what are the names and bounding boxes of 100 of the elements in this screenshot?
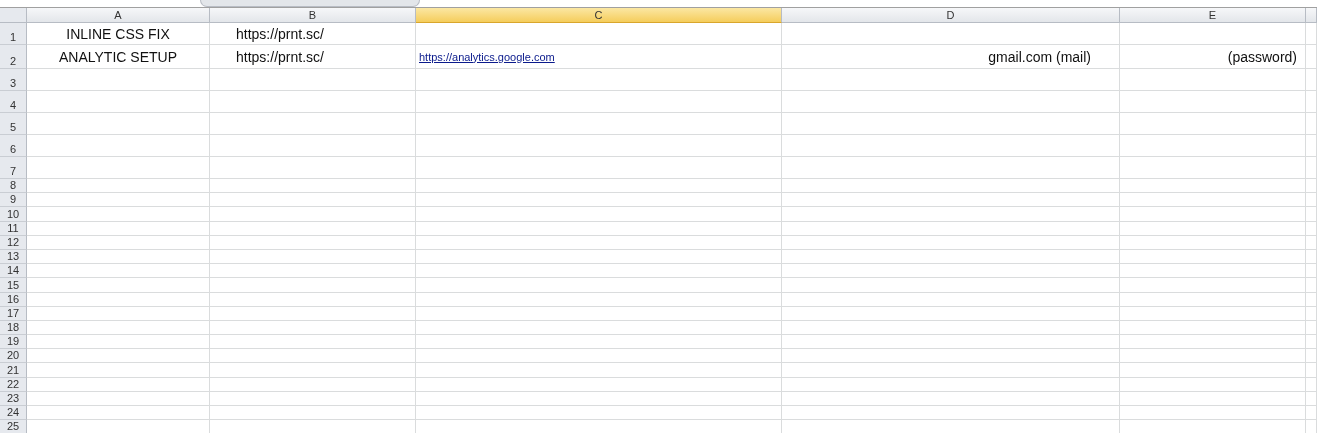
cell-frame[interactable]: (password) [1120,45,1306,69]
empty-cell[interactable] [1120,264,1306,279]
row-header[interactable]: 24 [0,406,27,421]
empty-cell[interactable] [210,235,416,250]
empty-cell[interactable] [1306,193,1317,208]
empty-cell[interactable] [1120,91,1306,113]
empty-cell[interactable] [1306,207,1317,222]
empty-cell[interactable] [1306,69,1317,91]
empty-cell[interactable] [416,221,782,236]
empty-cell[interactable] [416,349,782,364]
empty-cell[interactable] [1306,45,1317,69]
empty-cell[interactable] [1306,349,1317,364]
empty-cell[interactable] [210,113,416,135]
empty-cell[interactable] [1306,221,1317,236]
empty-cell[interactable] [1306,278,1317,293]
empty-cell[interactable] [1306,363,1317,378]
empty-cell[interactable] [1120,157,1306,179]
empty-cell[interactable] [210,135,416,157]
row-header[interactable]: 15 [0,278,27,293]
empty-cell[interactable] [1306,306,1317,321]
column-header[interactable]: B [210,8,416,23]
empty-cell[interactable] [782,135,1120,157]
cell-frame[interactable]: https://prnt.sc/ [210,45,416,69]
row-header[interactable]: 7 [0,157,27,179]
column-header[interactable]: E [1120,8,1306,23]
row-header[interactable]: 3 [0,69,27,91]
empty-cell[interactable] [416,363,782,378]
empty-cell[interactable] [1120,69,1306,91]
empty-cell[interactable] [210,406,416,421]
empty-cell[interactable] [1306,235,1317,250]
cell-frame[interactable]: https://analytics.google.com [416,45,782,69]
empty-cell[interactable] [210,69,416,91]
empty-cell[interactable] [416,135,782,157]
empty-cell[interactable] [416,391,782,406]
empty-cell[interactable] [1306,264,1317,279]
empty-cell[interactable] [1120,135,1306,157]
empty-cell[interactable] [1120,292,1306,307]
row-header[interactable]: 8 [0,179,27,194]
empty-cell[interactable] [782,179,1120,194]
empty-cell[interactable] [1120,221,1306,236]
empty-cell[interactable] [1120,113,1306,135]
empty-cell[interactable] [1120,193,1306,208]
empty-cell[interactable] [210,377,416,392]
empty-cell[interactable] [416,179,782,194]
empty-cell[interactable] [1306,292,1317,307]
empty-cell[interactable] [416,157,782,179]
empty-cell[interactable] [416,264,782,279]
empty-cell[interactable] [210,278,416,293]
empty-cell[interactable] [416,278,782,293]
empty-cell[interactable] [210,249,416,265]
empty-cell[interactable] [1306,320,1317,336]
empty-cell[interactable] [416,335,782,350]
empty-cell[interactable] [416,235,782,250]
empty-cell[interactable] [416,113,782,135]
empty-cell[interactable] [782,349,1120,364]
empty-cell[interactable] [416,91,782,113]
empty-cell[interactable] [416,193,782,208]
empty-cell[interactable] [782,363,1120,378]
empty-cell[interactable] [1120,249,1306,265]
empty-cell[interactable] [210,157,416,179]
empty-cell[interactable] [1306,157,1317,179]
empty-cell[interactable] [782,406,1120,421]
empty-cell[interactable] [1120,377,1306,392]
empty-cell[interactable] [1306,113,1317,135]
row-header[interactable]: 9 [0,193,27,208]
empty-cell[interactable] [782,306,1120,321]
empty-cell[interactable] [1120,179,1306,194]
empty-cell[interactable] [210,320,416,336]
row-header[interactable]: 25 [0,420,27,433]
empty-cell[interactable] [416,292,782,307]
row-header[interactable]: 14 [0,264,27,279]
empty-cell[interactable] [782,292,1120,307]
cell-frame[interactable]: ANALYTIC SETUP [27,45,210,69]
empty-cell[interactable] [1120,363,1306,378]
empty-cell[interactable] [782,193,1120,208]
empty-cell[interactable] [416,23,782,45]
column-header[interactable]: A [27,8,210,23]
empty-cell[interactable] [782,113,1120,135]
row-header[interactable]: 5 [0,113,27,135]
empty-cell[interactable] [782,221,1120,236]
empty-cell[interactable] [782,320,1120,336]
empty-cell[interactable] [210,363,416,378]
empty-cell[interactable] [1120,278,1306,293]
empty-cell[interactable] [782,264,1120,279]
empty-cell[interactable] [782,69,1120,91]
empty-cell[interactable] [1120,207,1306,222]
empty-cell[interactable] [782,23,1120,45]
empty-cell[interactable] [416,249,782,265]
empty-cell[interactable] [1306,91,1317,113]
empty-cell[interactable] [210,221,416,236]
empty-cell[interactable] [782,335,1120,350]
empty-cell[interactable] [416,406,782,421]
empty-cell[interactable] [210,193,416,208]
empty-cell[interactable] [1306,179,1317,194]
empty-cell[interactable] [1120,335,1306,350]
empty-cell[interactable] [782,377,1120,392]
column-header[interactable]: D [782,8,1120,23]
empty-cell[interactable] [1306,335,1317,350]
empty-cell[interactable] [1120,306,1306,321]
row-header[interactable]: 20 [0,349,27,364]
